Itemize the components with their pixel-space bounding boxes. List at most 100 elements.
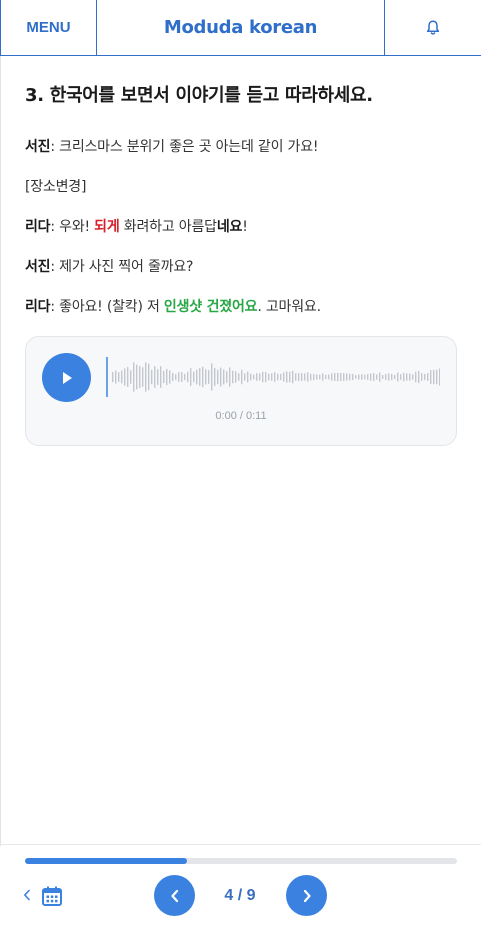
waveform-bar	[376, 374, 378, 380]
dialogue-line: 서진: 제가 사진 찍어 줄까요?	[25, 257, 193, 277]
waveform-bar	[415, 371, 417, 383]
dialogue-line: [장소변경]	[25, 177, 86, 197]
next-arrow-icon	[303, 889, 311, 902]
waveform-bar	[280, 373, 282, 381]
waveform-bar	[259, 373, 261, 381]
line-text: [장소변경]	[25, 179, 87, 195]
waveform-bar	[190, 368, 192, 386]
waveform-bar	[229, 367, 231, 387]
waveform-bar	[352, 373, 354, 381]
page-indicator: 4 / 9	[224, 887, 256, 904]
waveform-bar	[301, 373, 303, 381]
waveform-bar	[394, 374, 396, 380]
waveform-bar	[295, 373, 297, 381]
waveform-bar	[217, 369, 219, 385]
audio-waveform[interactable]	[106, 355, 440, 399]
chevron-left-icon	[24, 889, 30, 901]
waveform-bar	[136, 364, 138, 390]
waveform-bar	[244, 373, 246, 381]
waveform-bar	[127, 367, 129, 387]
waveform-bar	[277, 373, 279, 381]
notifications-button[interactable]	[384, 0, 481, 55]
audio-player: 0:00 / 0:11	[25, 336, 457, 446]
waveform-bar	[184, 373, 186, 381]
waveform-bar	[241, 369, 243, 385]
lesson-progress-bar	[25, 858, 457, 864]
logo[interactable]: Moduda korean	[97, 0, 384, 55]
next-page-button[interactable]	[286, 875, 327, 916]
waveform-bar	[310, 373, 312, 381]
waveform-bar	[379, 372, 381, 382]
waveform-bar	[400, 374, 402, 380]
line-text: : 크리스마스 분위기 좋은 곳 아는데 같이 가요!	[50, 139, 319, 155]
waveform-bar	[172, 372, 174, 382]
waveform-bar	[385, 374, 387, 380]
waveform-bar	[142, 367, 144, 387]
play-icon	[62, 371, 72, 384]
highlighted-expression: 네요	[216, 219, 243, 235]
bell-icon	[426, 19, 440, 35]
waveform-bar	[349, 373, 351, 381]
waveform-bar	[112, 371, 114, 383]
line-text: : 제가 사진 찍어 줄까요?	[50, 259, 194, 275]
top-bar: MENU Moduda korean	[0, 0, 481, 56]
dialogue-line: 리다: 좋아요! (찰칵) 저 인생샷 건졌어요. 고마워요.	[25, 297, 321, 317]
waveform-bar	[412, 374, 414, 380]
waveform-bar	[169, 370, 171, 384]
menu-button[interactable]: MENU	[0, 0, 97, 55]
waveform-bar	[274, 372, 276, 382]
previous-page-button[interactable]	[154, 875, 195, 916]
waveform-bar	[232, 370, 234, 384]
waveform-bar	[283, 372, 285, 382]
waveform-bar	[238, 373, 240, 381]
waveform-bar	[271, 373, 273, 381]
waveform-bar	[148, 363, 150, 391]
waveform-bar	[187, 371, 189, 383]
line-text: : 우와!	[50, 219, 95, 235]
line-text: . 고마워요.	[257, 299, 321, 315]
back-button[interactable]	[18, 885, 36, 905]
waveform-bar	[364, 374, 366, 380]
waveform-bar	[388, 373, 390, 381]
waveform-bar	[373, 373, 375, 381]
waveform-bar	[154, 366, 156, 388]
waveform-bar	[181, 372, 183, 382]
waveform-bar	[145, 362, 147, 392]
speaker-name: 리다	[25, 299, 51, 315]
calendar-button[interactable]	[41, 885, 63, 907]
waveform-bar	[202, 366, 204, 388]
line-text: 화려하고 아름답	[119, 219, 217, 235]
lesson-title: 3. 한국어를 보면서 이야기를 듣고 따라하세요.	[25, 85, 373, 106]
waveform-bar	[427, 373, 429, 381]
waveform-bar	[331, 373, 333, 381]
waveform-bar	[226, 371, 228, 383]
waveform-bar	[115, 370, 117, 384]
waveform-bar	[391, 373, 393, 381]
waveform-bar	[403, 372, 405, 382]
waveform-bar	[418, 370, 420, 384]
waveform-bar	[121, 370, 123, 384]
waveform-bar	[337, 372, 339, 382]
waveform-bar	[358, 374, 360, 380]
waveform-bar	[130, 370, 132, 384]
waveform-bar	[313, 373, 315, 381]
prev-arrow-icon	[170, 889, 178, 902]
waveform-bar	[286, 371, 288, 383]
waveform-bar	[439, 368, 440, 386]
play-button[interactable]	[42, 353, 91, 402]
waveform-bar	[163, 370, 165, 384]
waveform-bar	[118, 372, 120, 382]
waveform-bar	[268, 373, 270, 381]
waveform-bar	[367, 374, 369, 380]
waveform-bar	[178, 372, 180, 382]
waveform-bar	[265, 371, 267, 383]
waveform-bar	[406, 373, 408, 381]
waveform-bar	[253, 374, 255, 380]
waveform-bar	[205, 369, 207, 385]
waveform-bar	[436, 369, 438, 385]
dialogue-line: 서진: 크리스마스 분위기 좋은 곳 아는데 같이 가요!	[25, 137, 318, 157]
waveform-bar	[160, 366, 162, 388]
waveform-bar	[220, 367, 222, 387]
waveform-bar	[208, 370, 210, 384]
page-edge	[0, 56, 1, 846]
